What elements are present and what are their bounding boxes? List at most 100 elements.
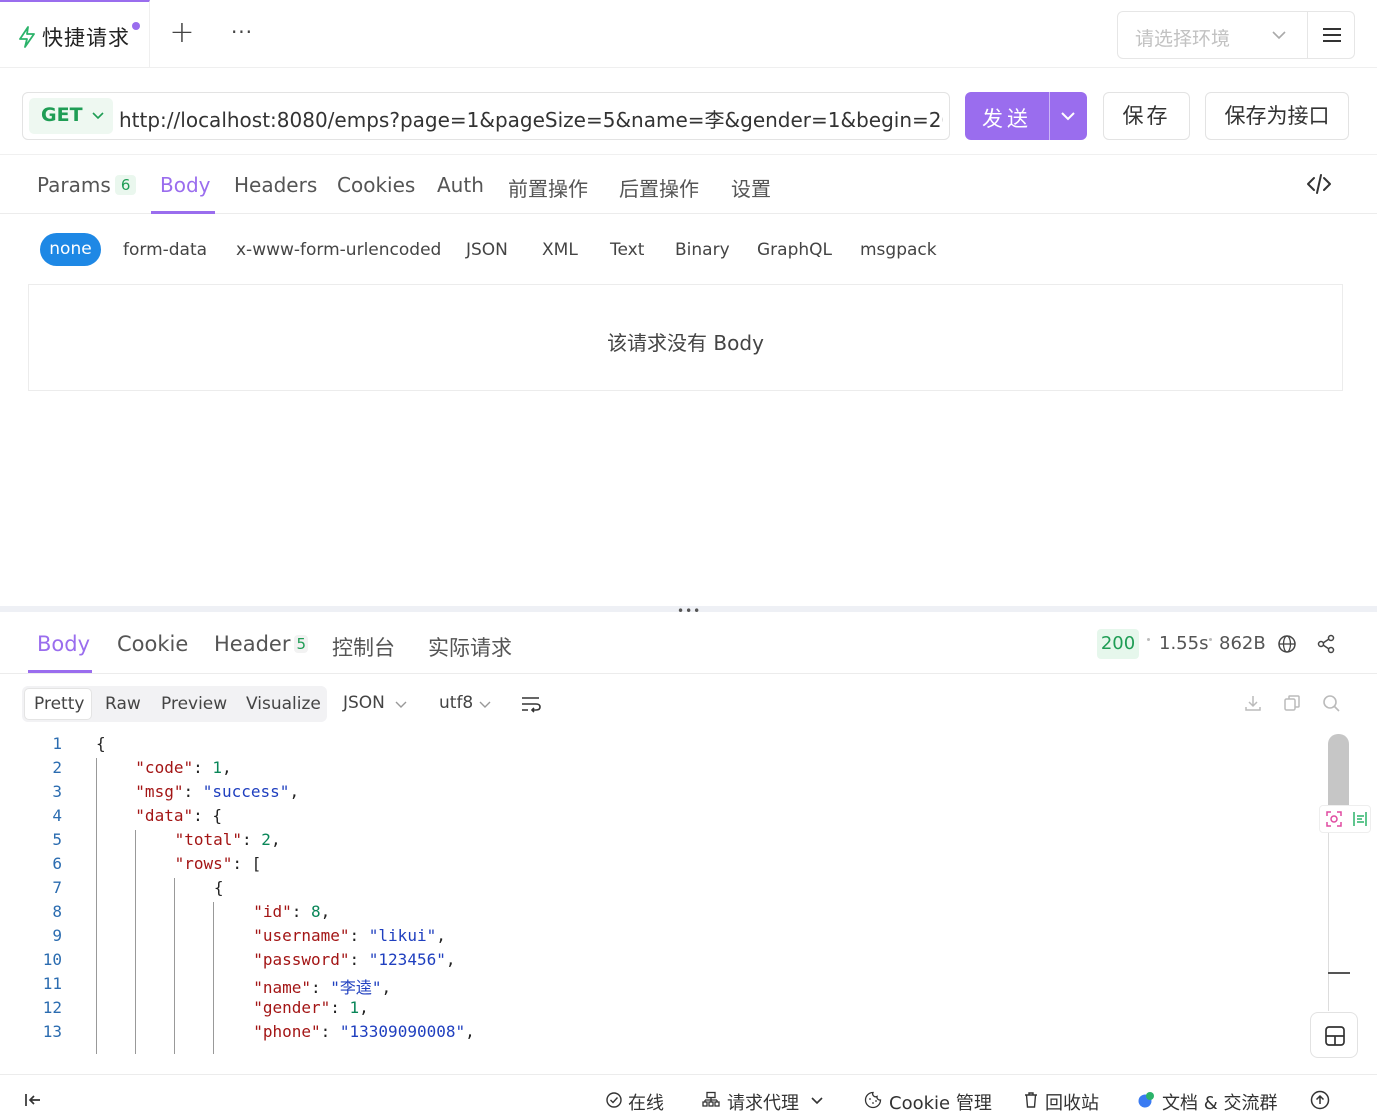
view-visualize[interactable]: Visualize xyxy=(246,694,321,714)
url-input[interactable]: http://localhost:8080/emps?page=1&pageSi… xyxy=(119,104,943,133)
environment-placeholder: 请选择环境 xyxy=(1135,28,1231,50)
body-type-graphql[interactable]: GraphQL xyxy=(757,240,832,260)
body-type-json[interactable]: JSON xyxy=(466,240,508,260)
tab-auth[interactable]: Auth xyxy=(437,173,484,197)
body-type-binary[interactable]: Binary xyxy=(675,240,730,260)
send-label: 发送 xyxy=(982,107,1032,131)
globe-icon[interactable] xyxy=(1277,634,1297,654)
tab-pre-operations[interactable]: 前置操作 xyxy=(508,173,588,202)
view-pretty[interactable]: Pretty xyxy=(34,694,84,714)
online-status[interactable]: 在线 xyxy=(628,1089,664,1115)
chevron-down-icon[interactable] xyxy=(1059,107,1077,125)
separator-dot xyxy=(1209,638,1212,641)
docs-community-button[interactable]: 文档 & 交流群 xyxy=(1162,1089,1277,1115)
encoding-select[interactable]: utf8 xyxy=(439,693,473,713)
body-type-urlencoded[interactable]: x-www-form-urlencoded xyxy=(236,240,441,260)
params-count-badge: 6 xyxy=(114,175,137,195)
code-line: "username": "likui", xyxy=(253,926,446,945)
share-icon[interactable] xyxy=(1316,634,1336,654)
body-type-msgpack[interactable]: msgpack xyxy=(860,240,937,260)
search-icon[interactable] xyxy=(1321,693,1341,713)
active-tab-indicator xyxy=(28,670,92,673)
tab-headers[interactable]: Headers xyxy=(234,173,317,197)
send-button[interactable]: 发送 xyxy=(965,92,1087,140)
recycle-bin-button[interactable]: 回收站 xyxy=(1045,1089,1099,1115)
scrollbar-rail xyxy=(1328,806,1329,1011)
tab-cookies[interactable]: Cookies xyxy=(337,173,415,197)
response-body-code[interactable]: 1 {2 "code": 1, 3 "msg": "success", 4 "data": … xyxy=(0,734,1320,1054)
body-type-none[interactable]: none xyxy=(40,233,101,266)
status-bar: 在线 请求代理 Cookie 管理 回收站 文档 & 交流群 xyxy=(0,1074,1377,1119)
scrollbar-thumb[interactable] xyxy=(1328,734,1349,806)
response-time: 1.55s xyxy=(1159,633,1209,654)
new-tab-button[interactable]: + xyxy=(168,18,196,48)
code-line: "phone": "13309090008", xyxy=(253,1022,475,1041)
line-number: 1 xyxy=(52,734,62,753)
response-size: 862B xyxy=(1219,633,1266,654)
more-tabs-button[interactable]: ··· xyxy=(228,18,256,46)
cookie-manager-button[interactable]: Cookie 管理 xyxy=(889,1089,992,1115)
menu-icon[interactable] xyxy=(1321,25,1343,45)
view-raw[interactable]: Raw xyxy=(105,694,141,714)
chevron-down-icon xyxy=(1272,31,1286,40)
check-circle-icon xyxy=(606,1092,622,1108)
tab-body[interactable]: Body xyxy=(160,173,211,197)
header-count-badge: 5 xyxy=(294,635,309,653)
align-icon[interactable] xyxy=(1351,810,1369,828)
upload-icon[interactable] xyxy=(1310,1090,1330,1110)
empty-body-panel: 该请求没有 Body xyxy=(28,284,1343,391)
line-number: 6 xyxy=(52,854,62,873)
panel-splitter[interactable]: ••• xyxy=(0,604,1377,618)
code-line: "total": 2, xyxy=(174,830,281,849)
active-tab-indicator xyxy=(151,211,215,214)
save-as-api-button[interactable]: 保存为接口 xyxy=(1205,92,1349,140)
body-type-form-data[interactable]: form-data xyxy=(123,240,207,260)
save-button[interactable]: 保存 xyxy=(1103,92,1190,140)
code-line: "name": "李逵", xyxy=(253,978,392,997)
code-line: "gender": 1, xyxy=(253,998,369,1017)
chevron-down-icon[interactable] xyxy=(808,1091,826,1109)
line-number: 4 xyxy=(52,806,62,825)
response-tab-body[interactable]: Body xyxy=(37,632,90,656)
code-line: { xyxy=(96,734,106,753)
chevron-down-icon xyxy=(479,701,491,708)
response-tab-cookie[interactable]: Cookie xyxy=(117,632,188,656)
tab-quick-request[interactable]: 快捷请求 xyxy=(0,0,150,68)
tab-title: 快捷请求 xyxy=(42,26,130,50)
code-line: { xyxy=(213,878,224,897)
indent-guide xyxy=(96,758,97,1054)
collapse-sidebar-icon[interactable] xyxy=(24,1091,42,1109)
separator-dot xyxy=(1147,638,1150,641)
cookie-icon xyxy=(864,1091,882,1109)
line-number: 7 xyxy=(52,878,62,897)
method-select[interactable]: GET xyxy=(29,98,113,134)
indent-guide xyxy=(174,878,175,1054)
request-tabs: Params 6 Body Headers Cookies Auth 前置操作 后… xyxy=(0,154,1377,214)
tab-post-operations[interactable]: 后置操作 xyxy=(619,173,699,202)
code-line: "rows": [ xyxy=(174,854,262,873)
response-tab-header[interactable]: Header 5 xyxy=(214,632,309,656)
line-number: 3 xyxy=(52,782,62,801)
environment-select[interactable]: 请选择环境 xyxy=(1117,11,1355,59)
line-number: 11 xyxy=(42,974,62,993)
format-select[interactable]: JSON xyxy=(343,693,385,713)
body-type-text[interactable]: Text xyxy=(610,240,644,260)
body-type-xml[interactable]: XML xyxy=(542,240,578,260)
word-wrap-icon[interactable] xyxy=(520,694,542,714)
response-tab-console[interactable]: 控制台 xyxy=(332,632,395,662)
copy-icon[interactable] xyxy=(1282,693,1302,713)
response-tab-actual-request[interactable]: 实际请求 xyxy=(428,632,512,662)
request-proxy-button[interactable]: 请求代理 xyxy=(727,1089,799,1115)
code-icon[interactable] xyxy=(1306,172,1332,196)
chevron-down-icon xyxy=(395,701,407,708)
capture-icon[interactable] xyxy=(1325,810,1343,828)
download-icon[interactable] xyxy=(1243,693,1263,713)
floating-tools xyxy=(1319,805,1371,833)
divider xyxy=(1307,12,1308,58)
tab-settings[interactable]: 设置 xyxy=(731,173,771,202)
indent-guide xyxy=(213,902,214,1054)
view-preview[interactable]: Preview xyxy=(161,694,227,714)
tab-params[interactable]: Params 6 xyxy=(37,173,137,197)
unsaved-dot xyxy=(132,22,140,30)
layout-toggle-button[interactable] xyxy=(1310,1012,1358,1058)
